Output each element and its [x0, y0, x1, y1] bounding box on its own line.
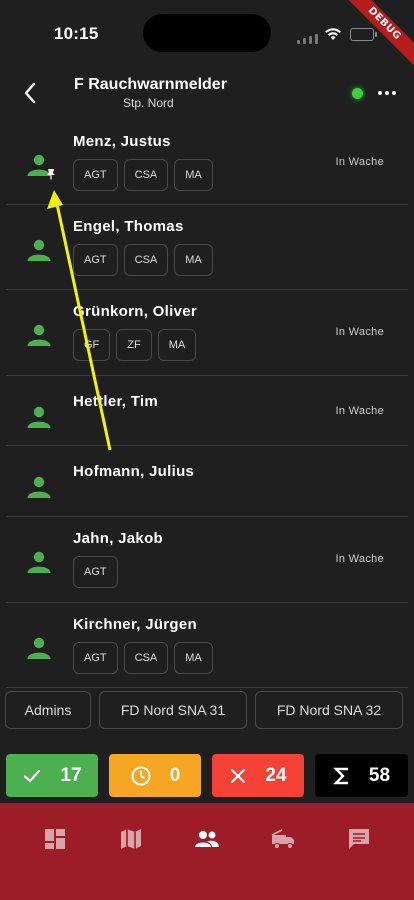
page-title: F Rauchwarnmelder — [74, 76, 227, 93]
person-icon — [27, 476, 51, 498]
declined-counter[interactable]: 24 — [212, 754, 304, 797]
dashboard-icon[interactable] — [41, 825, 69, 853]
group-button-sna31[interactable]: FD Nord SNA 31 — [99, 691, 247, 729]
pin-icon — [47, 169, 55, 180]
member-row[interactable]: Engel, Thomas AGT CSA MA — [0, 205, 414, 290]
signal-icon — [297, 34, 318, 44]
member-status: In Wache — [335, 156, 384, 168]
chat-icon[interactable] — [345, 825, 373, 853]
qualification-chip[interactable]: GF — [73, 329, 111, 361]
qualification-chip[interactable]: MA — [174, 244, 213, 276]
qualification-chip[interactable]: MA — [157, 329, 197, 361]
accepted-counter[interactable]: 17 — [6, 754, 98, 797]
row-divider — [6, 687, 408, 688]
qualification-chip[interactable]: CSA — [123, 244, 169, 276]
people-icon[interactable] — [193, 825, 221, 853]
member-status: In Wache — [335, 553, 384, 565]
bottom-navigation — [0, 803, 414, 900]
response-counters: 17 0 24 58 — [0, 748, 414, 800]
qualification-chip[interactable]: ZF — [116, 329, 152, 361]
member-name: Hofmann, Julius — [73, 463, 195, 480]
member-row[interactable]: Kirchner, Jürgen AGT CSA MA — [0, 603, 414, 688]
member-name: Menz, Justus — [73, 133, 171, 150]
qualification-chip[interactable]: CSA — [123, 159, 169, 191]
member-status: In Wache — [335, 326, 384, 338]
member-name: Engel, Thomas — [73, 218, 184, 235]
member-row[interactable]: Grünkorn, Oliver In Wache GF ZF MA — [0, 290, 414, 376]
group-button-sna32[interactable]: FD Nord SNA 32 — [255, 691, 403, 729]
member-name: Grünkorn, Oliver — [73, 303, 197, 320]
qualification-chip[interactable]: AGT — [73, 556, 118, 588]
person-icon — [27, 406, 51, 428]
member-status: In Wache — [335, 405, 384, 417]
online-status-indicator — [352, 88, 363, 99]
member-row[interactable]: Hettler, Tim In Wache — [0, 376, 414, 446]
qualification-chip[interactable]: AGT — [73, 159, 118, 191]
clock-icon — [131, 766, 151, 785]
member-name: Kirchner, Jürgen — [73, 616, 198, 633]
qualification-chips: AGT CSA MA — [73, 159, 213, 191]
person-icon — [27, 324, 51, 346]
qualification-chips: GF ZF MA — [73, 329, 197, 361]
app-header: F Rauchwarnmelder Stp. Nord — [0, 64, 414, 124]
fire-truck-icon[interactable] — [269, 825, 297, 853]
pending-counter[interactable]: 0 — [109, 754, 201, 797]
person-icon — [27, 551, 51, 573]
back-icon[interactable] — [18, 78, 44, 108]
page-subtitle: Stp. Nord — [123, 96, 174, 110]
member-row[interactable]: Menz, Justus In Wache AGT CSA MA — [0, 120, 414, 205]
qualification-chips: AGT CSA MA — [73, 244, 213, 276]
qualification-chips: AGT — [73, 556, 118, 588]
qualification-chip[interactable]: CSA — [123, 642, 169, 674]
status-time: 10:15 — [54, 24, 99, 43]
total-counter[interactable]: 58 — [315, 754, 408, 797]
sigma-icon — [333, 767, 348, 784]
check-icon — [24, 769, 41, 783]
group-button-admins[interactable]: Admins — [5, 691, 91, 729]
person-icon — [27, 239, 51, 261]
qualification-chip[interactable]: MA — [174, 642, 213, 674]
qualification-chip[interactable]: MA — [174, 159, 213, 191]
pending-count: 0 — [169, 764, 181, 786]
accepted-count: 17 — [60, 764, 82, 786]
more-options-icon[interactable] — [378, 91, 396, 95]
close-icon — [231, 768, 246, 783]
map-icon[interactable] — [117, 825, 145, 853]
qualification-chip[interactable]: AGT — [73, 244, 118, 276]
member-name: Jahn, Jakob — [73, 530, 163, 547]
qualification-chips: AGT CSA MA — [73, 642, 213, 674]
total-count: 58 — [368, 764, 391, 786]
member-row[interactable]: Jahn, Jakob In Wache AGT — [0, 517, 414, 603]
member-row[interactable]: Hofmann, Julius — [0, 446, 414, 517]
person-icon — [27, 637, 51, 659]
qualification-chip[interactable]: AGT — [73, 642, 118, 674]
group-filter-bar: Admins FD Nord SNA 31 FD Nord SNA 32 — [0, 691, 414, 743]
declined-count: 24 — [265, 764, 287, 786]
dynamic-island — [143, 14, 271, 52]
member-name: Hettler, Tim — [73, 393, 159, 410]
